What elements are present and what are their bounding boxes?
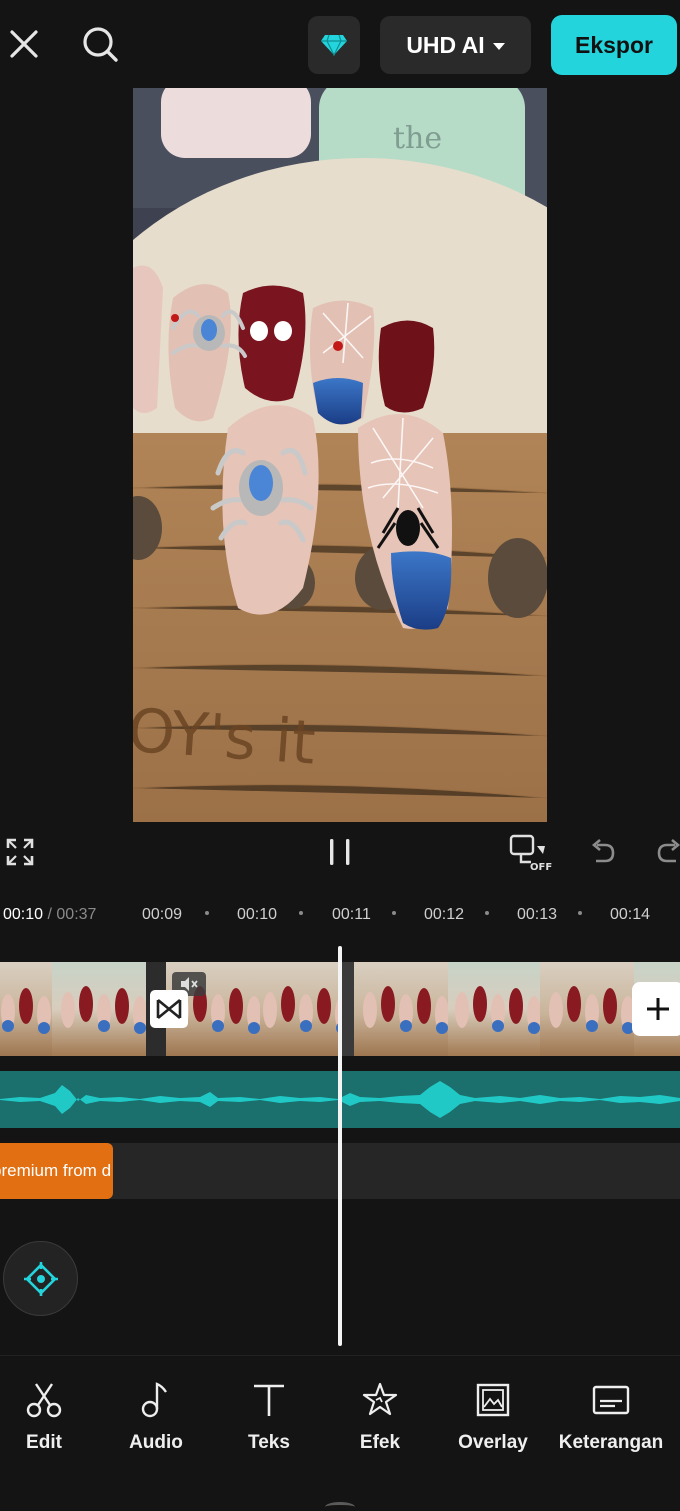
toolbar-label: Edit (26, 1432, 62, 1453)
keyframe-toggle[interactable]: OFF (506, 830, 554, 874)
plus-icon (647, 998, 669, 1020)
ruler-tick: 00:12 (424, 906, 465, 923)
close-button[interactable] (4, 24, 44, 64)
text-clip[interactable]: premium from d (0, 1143, 113, 1199)
move-diamond-icon (23, 1261, 58, 1296)
add-clip-button[interactable] (632, 982, 680, 1036)
top-bar: UHD AI Ekspor (0, 0, 680, 88)
current-time: 00:10 (3, 906, 44, 923)
svg-text:the: the (393, 121, 442, 156)
text-icon (254, 1384, 284, 1416)
ruler-dot (578, 911, 582, 915)
ruler-tick: 00:09 (142, 906, 183, 923)
keyframe-off-label: OFF (530, 862, 552, 872)
search-button[interactable] (78, 22, 122, 66)
undo-icon (591, 839, 615, 863)
pause-icon (330, 839, 350, 865)
undo-button[interactable] (586, 830, 620, 874)
total-time: 00:37 (56, 906, 97, 923)
search-icon (83, 27, 118, 62)
toolbar-edit[interactable]: Edit (0, 1380, 99, 1454)
toolbar-label: Efek (359, 1432, 401, 1453)
time-readout: 00:10 / 00:37 (3, 906, 96, 924)
chevron-down-icon (492, 42, 505, 50)
preview-frame: the OY's it (133, 88, 547, 822)
time-separator: / (43, 906, 57, 923)
text-clip-label: premium from d (0, 1161, 112, 1180)
redo-button[interactable] (652, 830, 680, 874)
close-icon (10, 30, 38, 58)
transition-button[interactable] (150, 990, 188, 1028)
resolution-label: UHD AI (406, 31, 485, 58)
ruler-dot (299, 911, 303, 915)
redo-icon (657, 839, 680, 863)
pro-button[interactable] (308, 16, 360, 74)
ruler-tick: 00:13 (517, 906, 558, 923)
preview-area: the OY's it (0, 88, 680, 822)
transition-icon (156, 998, 182, 1020)
video-preview[interactable]: the OY's it (133, 88, 547, 822)
bottom-toolbar: Edit Audio Teks Efek Overlay Keterangan (0, 1355, 680, 1511)
timeline-ruler[interactable]: 00:10 / 00:37 00:09 00:10 00:11 00:12 00… (0, 898, 680, 934)
toolbar-label: Audio (129, 1432, 183, 1453)
ruler-dot (205, 911, 209, 915)
ruler-dot (485, 911, 489, 915)
playback-controls: OFF (0, 822, 680, 880)
captions-icon (592, 1385, 630, 1415)
overlay-icon (476, 1383, 510, 1417)
toolbar-effects[interactable]: Efek (325, 1380, 435, 1454)
fullscreen-button[interactable] (4, 830, 36, 874)
fullscreen-icon (6, 838, 34, 866)
board-engraving: OY's it (133, 696, 318, 779)
star-effect-icon (362, 1382, 398, 1416)
keyframe-off-icon: OFF (509, 834, 552, 872)
home-indicator (325, 1502, 355, 1511)
toolbar-label: Teks (248, 1432, 290, 1453)
pause-button[interactable] (324, 830, 356, 874)
playhead[interactable] (338, 946, 342, 1346)
toolbar-audio[interactable]: Audio (101, 1380, 211, 1454)
toolbar-text[interactable]: Teks (214, 1380, 324, 1454)
ruler-dot (392, 911, 396, 915)
export-button[interactable]: Ekspor (551, 15, 677, 75)
toolbar-label: Overlay (458, 1432, 528, 1453)
transform-keyframe-button[interactable] (3, 1241, 78, 1316)
ruler-tick: 00:11 (332, 906, 371, 923)
resolution-dropdown[interactable]: UHD AI (380, 16, 531, 74)
toolbar-captions[interactable]: Keterangan (556, 1380, 666, 1454)
scissors-icon (26, 1383, 62, 1418)
diamond-icon (321, 34, 347, 57)
toolbar-label: Keterangan (558, 1432, 664, 1453)
music-note-icon (141, 1382, 167, 1418)
toolbar-overlay[interactable]: Overlay (438, 1380, 548, 1454)
ruler-tick: 00:10 (237, 906, 278, 923)
ruler-tick: 00:14 (610, 906, 651, 923)
